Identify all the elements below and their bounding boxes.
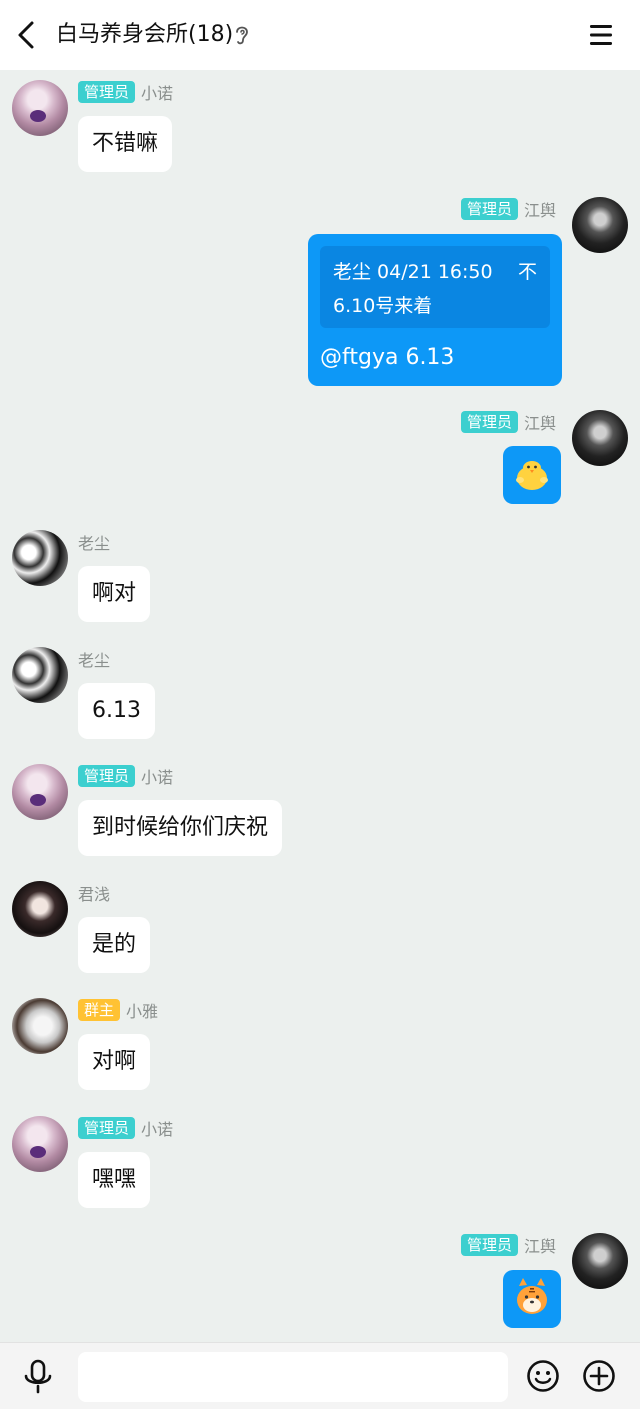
message-bubble[interactable]: 不错嘛 — [78, 116, 173, 172]
sender-name[interactable]: 老尘 — [78, 530, 110, 554]
admin-badge: 管理员 — [78, 81, 136, 103]
admin-badge: 管理员 — [78, 765, 136, 787]
avatar-xiaoya[interactable] — [12, 998, 68, 1054]
quoted-message[interactable]: 老尘 04/21 16:50 不 6.10号来着 — [320, 246, 550, 328]
message-bubble[interactable]: 对啊 — [78, 1034, 151, 1090]
admin-badge: 管理员 — [460, 1234, 518, 1256]
admin-badge: 管理员 — [460, 411, 518, 433]
avatar-xiaonuo[interactable] — [12, 80, 68, 136]
message-meta: 老尘 — [78, 647, 110, 671]
message-meta: 管理员 小诺 — [78, 1116, 173, 1140]
ear-icon[interactable] — [232, 24, 252, 46]
owner-badge: 群主 — [78, 999, 121, 1021]
reply-message-bubble[interactable]: 老尘 04/21 16:50 不 6.10号来着 @ftgya 6.13 — [308, 234, 562, 386]
sender-name[interactable]: 小诺 — [141, 80, 173, 104]
add-icon[interactable] — [582, 1359, 616, 1393]
message-meta: 君浅 — [78, 881, 110, 905]
message-meta: 群主 小雅 — [78, 998, 158, 1022]
chat-title[interactable]: 白马养身会所(18) — [56, 18, 233, 52]
avatar-jiangyu[interactable] — [572, 410, 628, 466]
message-bubble[interactable]: 到时候给你们庆祝 — [78, 800, 283, 856]
sender-name[interactable]: 小雅 — [126, 998, 158, 1022]
avatar-xiaonuo[interactable] — [12, 764, 68, 820]
back-arrow-icon[interactable] — [14, 20, 40, 50]
avatar-xiaonuo[interactable] — [12, 1116, 68, 1172]
microphone-icon[interactable] — [22, 1359, 54, 1395]
avatar-laochen[interactable] — [12, 530, 68, 586]
chat-area[interactable]: 管理员 小诺 不错嘛 管理员 江舆 老尘 04/21 16:50 不 6.10号… — [0, 70, 640, 1342]
tiger-sticker-bubble[interactable] — [503, 1270, 561, 1328]
sender-name[interactable]: 江舆 — [524, 410, 556, 434]
message-meta: 管理员 小诺 — [78, 764, 173, 788]
sender-name[interactable]: 小诺 — [141, 1116, 173, 1140]
message-meta: 管理员 小诺 — [78, 80, 173, 104]
sender-name[interactable]: 君浅 — [78, 881, 110, 905]
sender-name[interactable]: 老尘 — [78, 647, 110, 671]
message-input[interactable] — [78, 1352, 508, 1402]
menu-icon[interactable] — [588, 22, 614, 48]
message-bubble[interactable]: 6.13 — [78, 683, 155, 739]
sender-name[interactable]: 小诺 — [141, 764, 173, 788]
message-bubble[interactable]: 是的 — [78, 917, 151, 973]
avatar-jiangyu[interactable] — [572, 197, 628, 253]
message-meta: 老尘 — [78, 530, 110, 554]
quote-trailing-text: 不 — [517, 261, 537, 283]
quote-author-time: 老尘 04/21 16:50 — [333, 261, 493, 283]
sender-name[interactable]: 江舆 — [524, 1233, 556, 1257]
composer-bar — [0, 1342, 640, 1409]
admin-badge: 管理员 — [460, 198, 518, 220]
message-bubble[interactable]: 啊对 — [78, 566, 151, 622]
message-meta: 管理员 江舆 — [460, 410, 556, 434]
avatar-junqian[interactable] — [12, 881, 68, 937]
admin-badge: 管理员 — [78, 1117, 136, 1139]
tiger-sticker-icon — [517, 1278, 547, 1314]
message-meta: 管理员 江舆 — [460, 197, 556, 221]
quote-text: 6.10号来着 — [333, 295, 433, 317]
avatar-laochen[interactable] — [12, 647, 68, 703]
chick-sticker-bubble[interactable] — [503, 446, 561, 504]
top-bar: 白马养身会所(18) — [0, 0, 640, 70]
reply-text: @ftgya 6.13 — [320, 345, 455, 370]
sender-name[interactable]: 江舆 — [524, 197, 556, 221]
avatar-jiangyu[interactable] — [572, 1233, 628, 1289]
message-bubble[interactable]: 嘿嘿 — [78, 1152, 151, 1208]
chick-sticker-icon — [516, 461, 548, 490]
emoji-icon[interactable] — [526, 1359, 560, 1393]
message-meta: 管理员 江舆 — [460, 1233, 556, 1257]
